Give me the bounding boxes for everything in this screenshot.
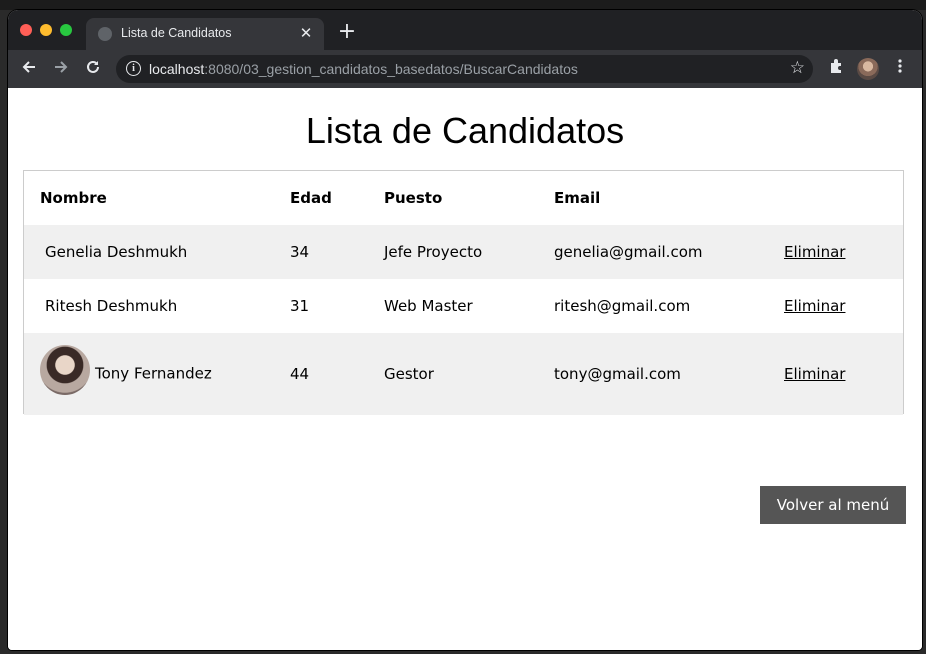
header-email: Email xyxy=(554,189,601,207)
address-bar[interactable]: i localhost:8080/03_gestion_candidatos_b… xyxy=(116,55,813,83)
star-icon[interactable]: ☆ xyxy=(790,58,805,78)
cell-email: genelia@gmail.com xyxy=(554,243,703,261)
table-header-row: Nombre Edad Puesto Email xyxy=(24,171,903,225)
tab-close-icon[interactable]: ✕ xyxy=(296,23,316,43)
cell-actions: Eliminar xyxy=(784,333,903,415)
page-title: Lista de Candidatos xyxy=(305,110,625,151)
profile-avatar[interactable] xyxy=(857,58,879,80)
cell-puesto: Gestor xyxy=(384,365,434,383)
tab-bar: Lista de Candidatos ✕ + xyxy=(8,10,922,50)
tab-title: Lista de Candidatos xyxy=(121,26,232,40)
browser-window: Lista de Candidatos ✕ + i localhost:8080… xyxy=(8,10,922,650)
cell-email: ritesh@gmail.com xyxy=(554,297,691,315)
candidates-table: Nombre Edad Puesto Email Genelia Deshmuk… xyxy=(23,170,904,415)
reload-icon[interactable] xyxy=(82,58,104,80)
header-actions xyxy=(784,171,903,225)
back-to-menu-button[interactable]: Volver al menú xyxy=(760,486,906,524)
browser-tab[interactable]: Lista de Candidatos ✕ xyxy=(86,18,324,50)
window-minimize-button[interactable] xyxy=(40,24,52,36)
cell-edad: 31 xyxy=(290,297,310,315)
candidate-name: Tony Fernandez xyxy=(95,364,212,383)
header-edad: Edad xyxy=(290,189,332,207)
desktop-background xyxy=(0,0,926,10)
cell-puesto: Web Master xyxy=(384,297,473,315)
cell-actions: Eliminar xyxy=(784,225,903,279)
info-icon[interactable]: i xyxy=(126,61,141,76)
cell-edad: 44 xyxy=(290,365,310,383)
window-close-button[interactable] xyxy=(20,24,32,36)
forward-icon[interactable] xyxy=(50,58,72,80)
cell-nombre: Genelia Deshmukh xyxy=(45,243,188,261)
cell-nombre: Ritesh Deshmukh xyxy=(45,297,178,315)
cell-actions: Eliminar xyxy=(784,279,903,333)
header-nombre: Nombre xyxy=(40,189,107,207)
globe-icon xyxy=(98,27,112,41)
cell-email: tony@gmail.com xyxy=(554,365,681,383)
table-row: Ritesh Deshmukh 31 Web Master ritesh@gma… xyxy=(24,279,903,333)
back-icon[interactable] xyxy=(18,58,40,80)
window-maximize-button[interactable] xyxy=(60,24,72,36)
cell-puesto: Jefe Proyecto xyxy=(384,243,483,261)
table-row: Tony Fernandez 44 Gestor tony@gmail.com … xyxy=(24,333,903,415)
menu-icon[interactable] xyxy=(889,58,911,80)
header-puesto: Puesto xyxy=(384,189,443,207)
candidate-photo xyxy=(40,345,90,395)
extensions-icon[interactable] xyxy=(826,58,848,80)
delete-link[interactable]: Eliminar xyxy=(784,243,845,261)
page-content: Lista de Candidatos Nombre Edad Puesto E… xyxy=(8,88,922,650)
cell-edad: 34 xyxy=(290,243,310,261)
browser-toolbar: i localhost:8080/03_gestion_candidatos_b… xyxy=(8,50,922,88)
new-tab-button[interactable]: + xyxy=(336,21,358,44)
table-row: Genelia Deshmukh 34 Jefe Proyecto geneli… xyxy=(24,225,903,279)
cell-nombre: Tony Fernandez xyxy=(24,333,290,415)
delete-link[interactable]: Eliminar xyxy=(784,365,845,383)
delete-link[interactable]: Eliminar xyxy=(784,297,845,315)
url-text: localhost:8080/03_gestion_candidatos_bas… xyxy=(149,61,578,77)
